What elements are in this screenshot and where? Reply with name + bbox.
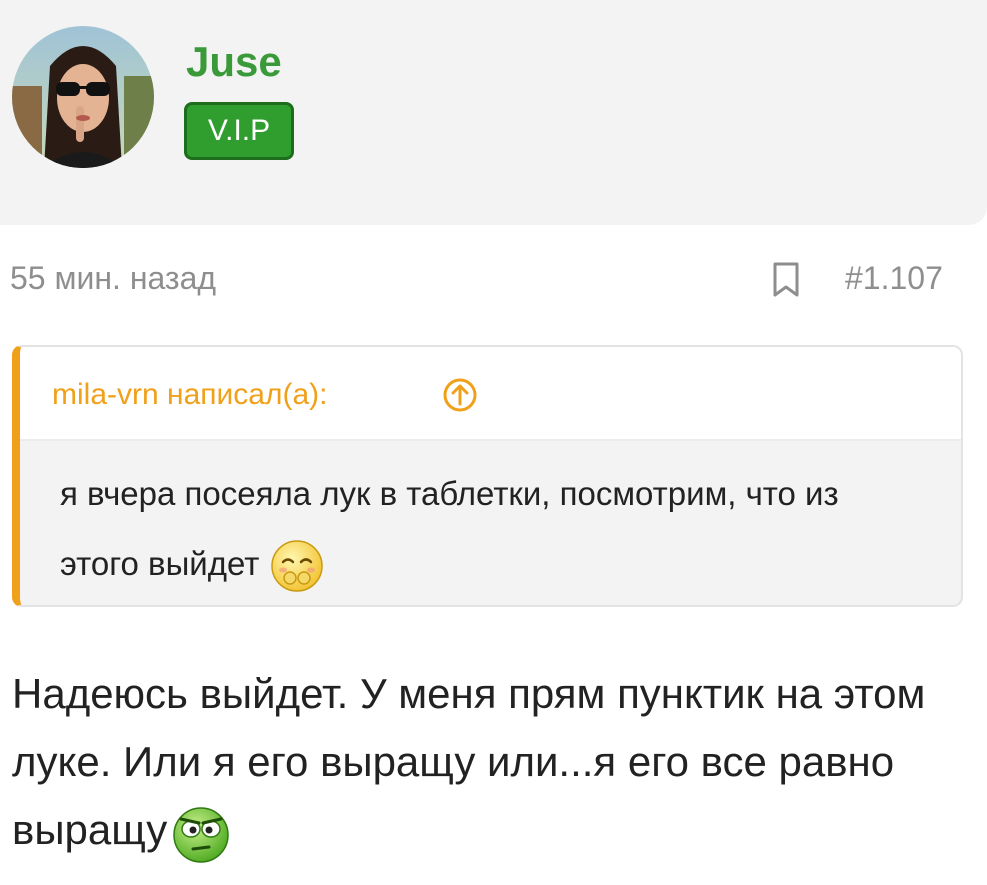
post-timestamp: 55 мин. назад (10, 260, 217, 296)
green-grumpy-face-icon (169, 801, 233, 865)
smiling-face-icon (269, 538, 325, 594)
quote-author[interactable]: mila-vrn написал(а): (52, 377, 327, 413)
arrow-up-circle-icon[interactable] (442, 377, 478, 413)
vip-badge: V.I.P (184, 102, 294, 160)
quote-header: mila-vrn написал(а): (20, 347, 961, 441)
username[interactable]: Juse (186, 38, 282, 86)
avatar[interactable] (12, 26, 154, 168)
quote-block: mila-vrn написал(а): я вчера посеяла лук… (12, 345, 963, 607)
post-body: Надеюсь выйдет. У меня прям пунктик на э… (12, 660, 952, 865)
author-header: Juse V.I.P (0, 0, 987, 225)
bookmark-icon[interactable] (772, 262, 800, 298)
post-number-link[interactable]: #1.107 (845, 258, 943, 298)
quote-text-content: я вчера посеяла лук в таблетки, посмотри… (60, 475, 839, 582)
post-body-text: Надеюсь выйдет. У меня прям пунктик на э… (12, 670, 926, 853)
quote-text: я вчера посеяла лук в таблетки, посмотри… (60, 459, 920, 599)
